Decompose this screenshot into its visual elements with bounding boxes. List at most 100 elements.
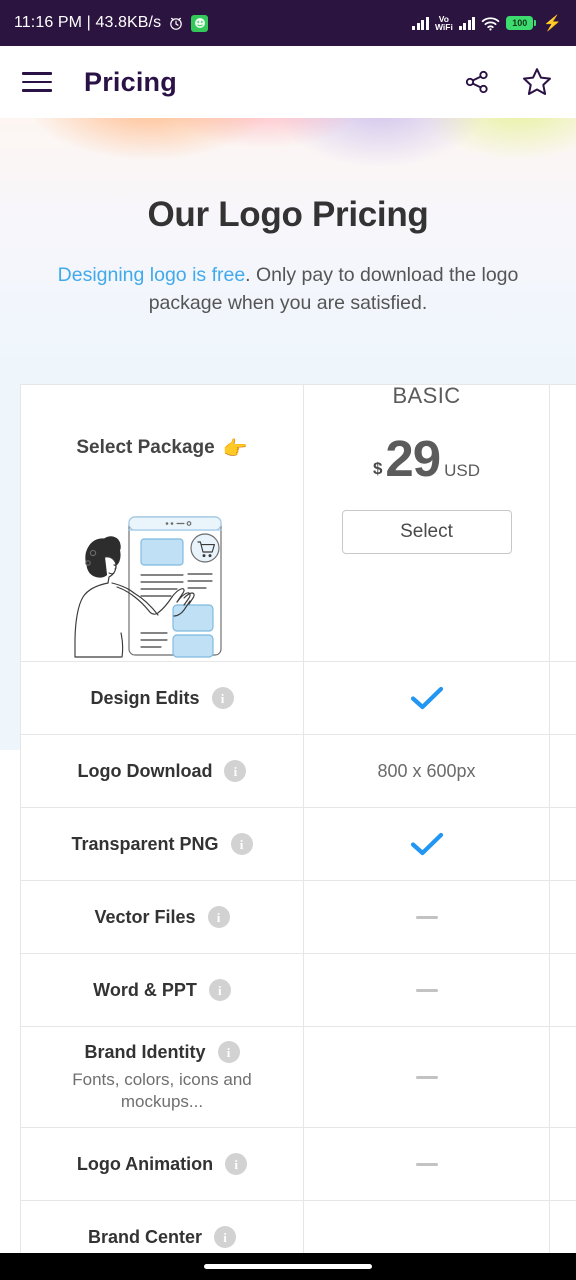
battery-percent: 100 [512,17,528,28]
table-row: Logo Animation i [21,1128,576,1202]
table-row: Brand Center i [21,1201,576,1253]
info-glyph: i [233,763,238,779]
info-glyph: i [220,690,225,706]
select-button[interactable]: Select [341,509,512,554]
feature-line: Logo Download i [78,760,247,782]
feature-line: Brand Center i [88,1226,237,1249]
feature-value-next [550,662,576,734]
table-row: Brand Identity i Fonts, colors, icons an… [21,1027,576,1129]
feature-value-basic [304,954,550,1026]
person-selecting-package-illustration [57,513,267,658]
feature-value-text: 800 x 600px [377,760,476,781]
info-glyph: i [239,836,244,852]
status-bar: 11:16 PM | 43.8KB/s Vo WiFi 100 ⚡ [0,0,576,46]
feature-subtitle: Fonts, colors, icons and mockups... [72,1070,252,1112]
bolt-icon: ⚡ [543,14,562,32]
feature-cell: Brand Center i [21,1201,304,1253]
feature-name: Vector Files [94,906,196,927]
status-bar-right: Vo WiFi 100 ⚡ [412,14,562,32]
dash-icon [415,1162,438,1166]
feature-line: Brand Identity i [84,1041,240,1063]
table-row: Word & PPT i [21,954,576,1027]
info-icon[interactable]: i [211,687,234,709]
package-name: BASIC [392,384,461,408]
price-amount: 29 [385,429,441,487]
feature-value-next [550,1128,576,1200]
info-icon[interactable]: i [207,906,230,928]
pricing-table: Select Package 👉 BASIC $ 29 USD Select D… [20,384,576,1253]
feature-value-next [550,954,576,1026]
info-icon[interactable]: i [224,760,247,782]
status-time-network: 11:16 PM | 43.8KB/s [14,14,162,31]
hero-subtitle-highlight: Designing logo is free [57,264,246,286]
feature-value-basic [304,808,550,880]
price-unit: USD [444,460,481,480]
info-icon[interactable]: i [217,1041,240,1063]
pointing-hand-icon: 👉 [222,437,248,460]
share-icon[interactable] [460,65,494,99]
table-row: Vector Files i [21,881,576,954]
signal-bars-icon-2 [458,16,476,30]
package-column-basic: BASIC $ 29 USD Select [304,385,550,661]
feature-line: Vector Files i [94,906,230,928]
select-package-label: Select Package 👉 [76,436,247,461]
alarm-clock-icon [168,15,184,31]
feature-value-next [550,881,576,953]
battery-body: 100 [506,16,534,30]
volte-wifi-label: Vo WiFi [434,14,453,32]
feature-value-basic [304,1201,550,1253]
feature-value-basic [304,1128,550,1201]
feature-line: Transparent PNG i [71,833,253,855]
feature-value-basic [304,1027,550,1128]
feature-cell: Brand Identity i Fonts, colors, icons an… [21,1027,304,1128]
info-icon[interactable]: i [214,1226,237,1249]
app-header: Pricing [0,46,576,118]
table-row: Transparent PNG i [21,808,576,881]
table-row: Logo Download i 800 x 600px [21,735,576,808]
feature-value-next [550,808,576,880]
info-icon[interactable]: i [225,1153,248,1176]
feature-line: Logo Animation i [77,1153,248,1176]
info-icon[interactable]: i [208,979,231,1001]
page-content: Our Logo Pricing Designing logo is free.… [0,118,576,1253]
dash-icon [415,1075,438,1079]
feature-value-next [550,735,576,807]
feature-cell: Transparent PNG i [21,808,304,880]
dash-icon [415,915,438,919]
info-glyph: i [223,1229,227,1245]
green-app-icon [191,14,209,32]
signal-bars-icon [412,16,429,30]
table-row: Design Edits i [21,662,576,735]
hero-section: Our Logo Pricing Designing logo is free.… [0,118,576,368]
appbar-actions [460,65,554,99]
star-icon[interactable] [520,65,554,99]
info-icon[interactable]: i [230,833,253,855]
info-glyph: i [234,1156,238,1172]
hero-subtitle: Designing logo is free. Only pay to down… [24,261,552,317]
feature-cell: Vector Files i [21,881,304,953]
package-column-next[interactable] [550,385,576,661]
check-icon [410,831,444,857]
feature-value-next [550,1027,576,1127]
wifi-icon [481,16,500,31]
volte-line-2: WiFi [434,22,453,32]
feature-cell: Logo Animation i [21,1128,304,1201]
info-glyph: i [226,1044,231,1060]
battery-indicator: 100 [506,16,537,30]
feature-name: Brand Identity [84,1041,206,1062]
battery-tip [534,20,537,26]
page-title: Pricing [84,66,177,97]
select-package-cell: Select Package 👉 [21,385,304,661]
feature-value-next [550,1201,576,1253]
select-package-text: Select Package [76,437,215,458]
info-glyph: i [216,909,221,925]
feature-cell: Design Edits i [21,662,304,734]
feature-cell: Word & PPT i [21,954,304,1026]
feature-line: Design Edits i [90,687,234,709]
hamburger-menu-icon[interactable] [22,70,54,94]
feature-name: Logo Download [77,760,213,781]
status-bar-left: 11:16 PM | 43.8KB/s [14,14,209,32]
system-navigation-bar [0,1253,576,1280]
home-indicator[interactable] [204,1264,372,1269]
feature-name: Word & PPT [93,979,197,1000]
